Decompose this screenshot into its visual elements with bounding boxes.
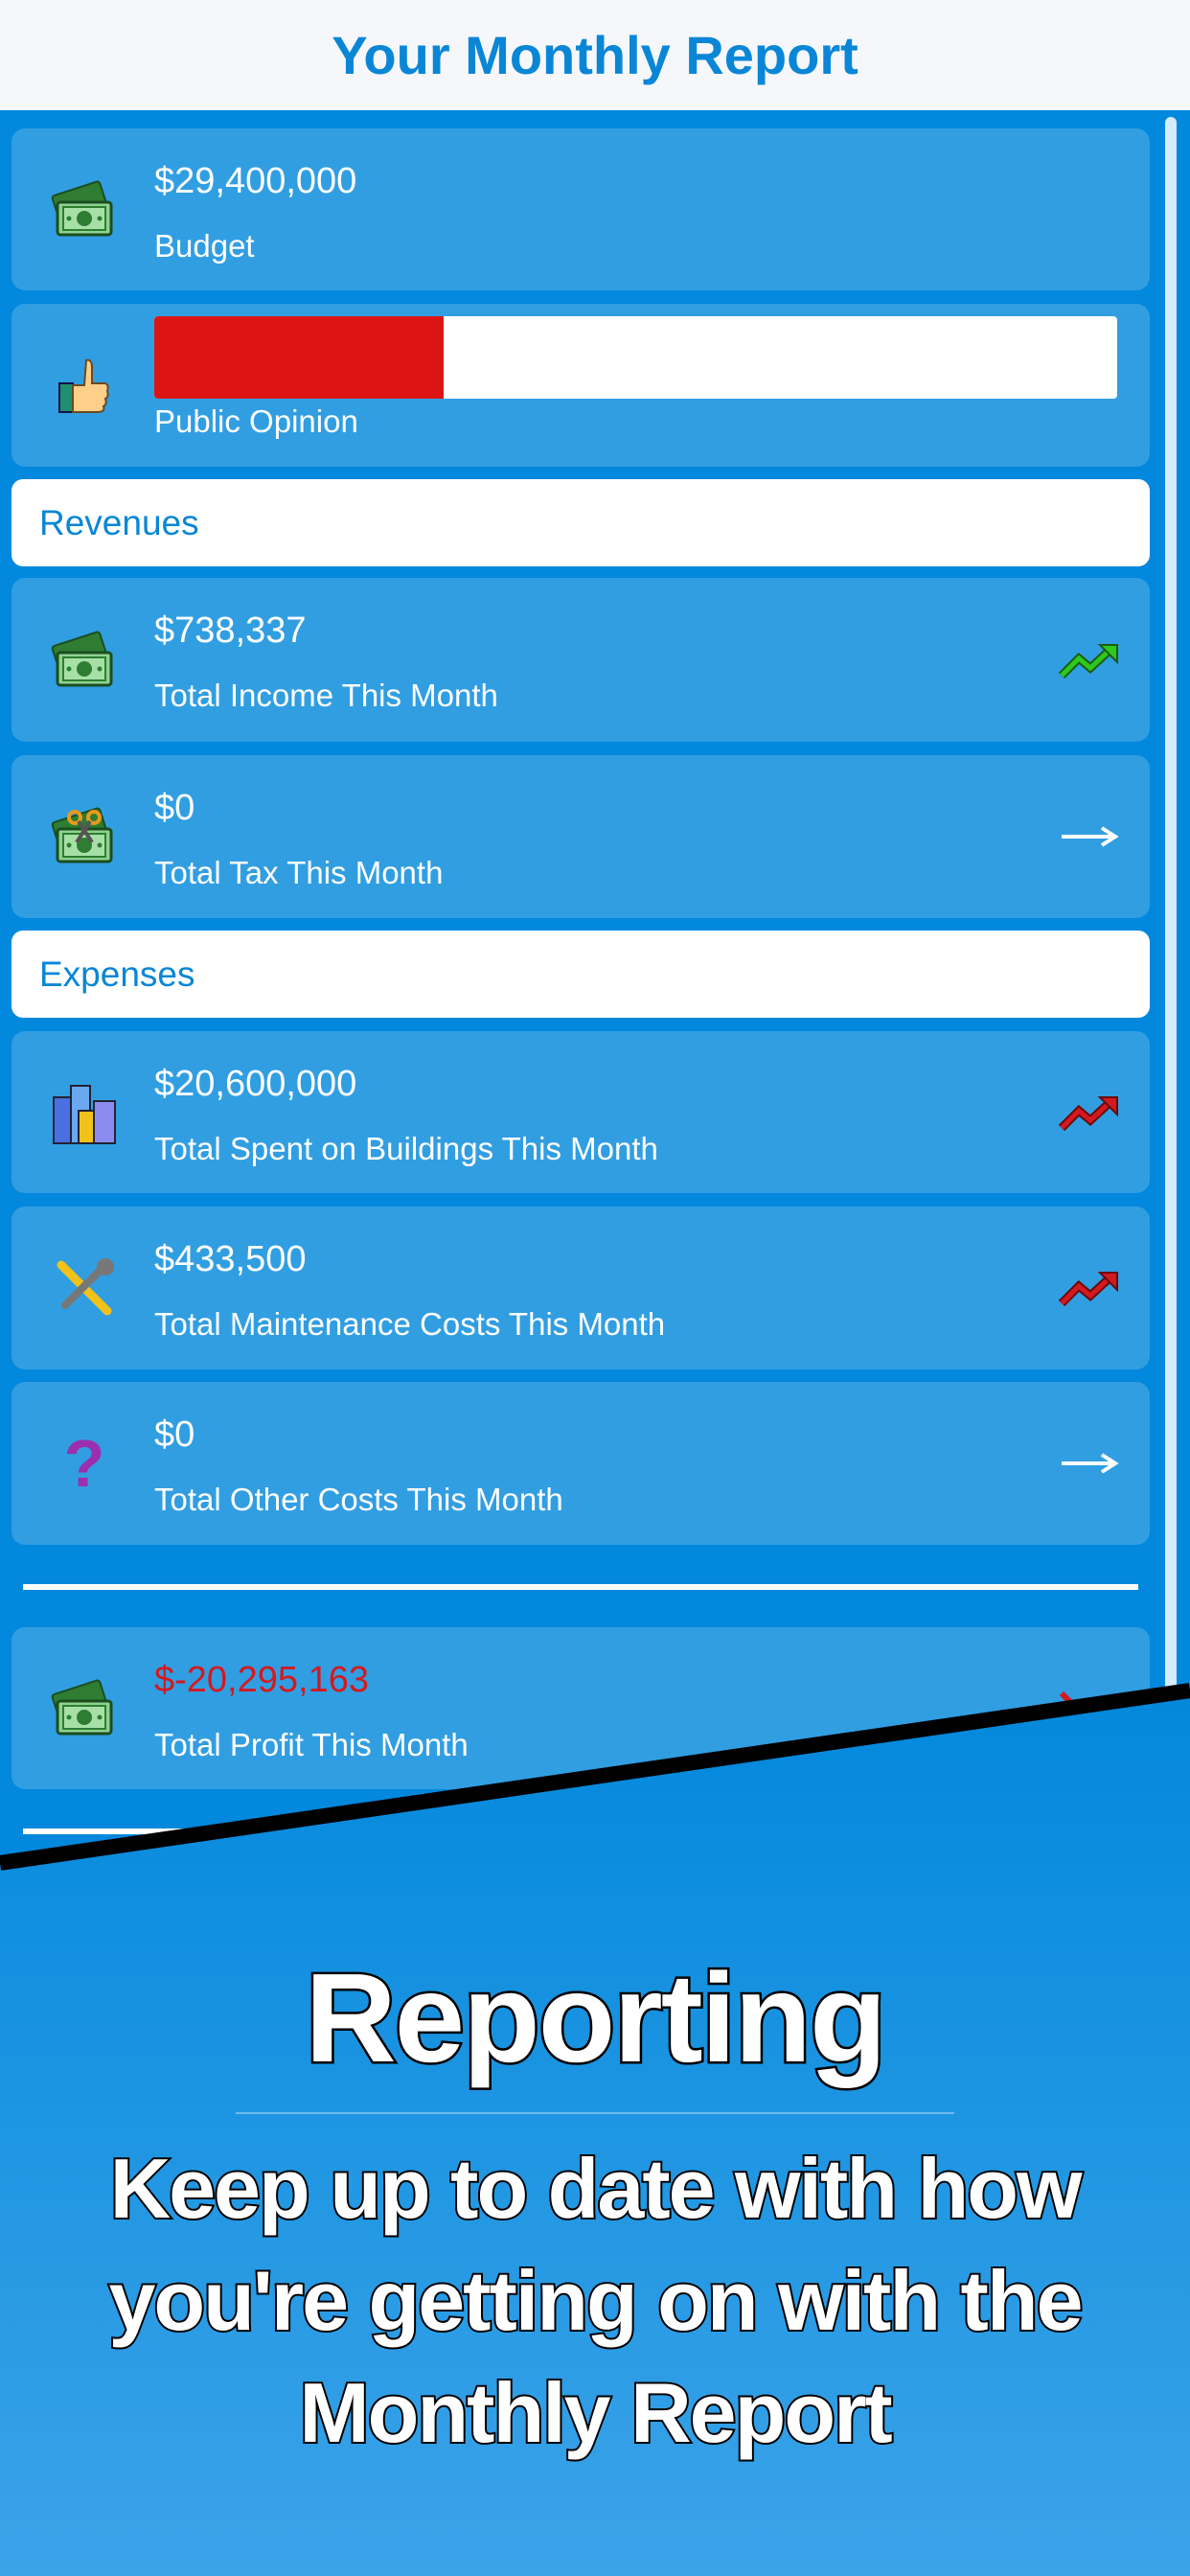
profit-label: Total Profit This Month xyxy=(154,1727,469,1762)
divider xyxy=(23,1828,1138,1834)
other-costs-label: Total Other Costs This Month xyxy=(154,1482,563,1517)
buildings-card: $20,600,000 Total Spent on Buildings Thi… xyxy=(11,1031,1150,1193)
expenses-header: Expenses xyxy=(11,931,1150,1018)
maintenance-card: $433,500 Total Maintenance Costs This Mo… xyxy=(11,1207,1150,1369)
buildings-label: Total Spent on Buildings This Month xyxy=(154,1131,658,1166)
buildings-icon xyxy=(53,1084,116,1144)
page-title: Your Monthly Report xyxy=(332,25,858,85)
profit-card: $-20,295,163 Total Profit This Month xyxy=(11,1627,1150,1789)
thumbs-up-icon xyxy=(58,358,109,413)
tax-card: $0 Total Tax This Month xyxy=(11,755,1150,918)
public-opinion-fill xyxy=(154,316,444,399)
trend-flat-icon xyxy=(1058,1442,1121,1484)
profit-value: $-20,295,163 xyxy=(154,1660,369,1700)
promo-separator xyxy=(236,2112,954,2114)
money-icon xyxy=(50,175,119,244)
trend-up-icon xyxy=(1058,639,1121,681)
promo-subtitle: Keep up to date with how you're getting … xyxy=(106,2139,1085,2462)
money-icon xyxy=(50,1674,119,1743)
scrollbar[interactable] xyxy=(1165,117,1177,1746)
question-icon: ? xyxy=(63,1426,105,1501)
public-opinion-label: Public Opinion xyxy=(154,403,358,439)
tax-label: Total Tax This Month xyxy=(154,855,444,890)
buildings-value: $20,600,000 xyxy=(154,1064,357,1104)
trend-up-icon xyxy=(1058,1267,1121,1309)
divider xyxy=(23,1584,1138,1590)
budget-value: $29,400,000 xyxy=(154,161,357,201)
tax-scissors-money-icon xyxy=(50,802,119,871)
budget-label: Budget xyxy=(154,228,255,264)
revenues-header: Revenues xyxy=(11,479,1150,566)
income-label: Total Income This Month xyxy=(154,678,498,713)
other-costs-card: ? $0 Total Other Costs This Month xyxy=(11,1382,1150,1545)
income-card: $738,337 Total Income This Month xyxy=(11,578,1150,742)
public-opinion-card: Public Opinion xyxy=(11,304,1150,467)
trend-flat-icon xyxy=(1058,816,1121,858)
trend-up-icon xyxy=(1058,1092,1121,1134)
money-icon xyxy=(50,626,119,695)
tax-value: $0 xyxy=(154,788,195,828)
header: Your Monthly Report xyxy=(0,0,1190,110)
other-costs-value: $0 xyxy=(154,1414,195,1455)
tools-icon xyxy=(57,1258,114,1316)
income-value: $738,337 xyxy=(154,610,307,651)
maintenance-value: $433,500 xyxy=(154,1239,307,1279)
maintenance-label: Total Maintenance Costs This Month xyxy=(154,1306,666,1342)
budget-card: $29,400,000 Budget xyxy=(11,128,1150,290)
public-opinion-bar xyxy=(154,316,1117,399)
trend-down-icon xyxy=(1058,1688,1121,1730)
promo-headline: Reporting xyxy=(303,1945,889,2091)
